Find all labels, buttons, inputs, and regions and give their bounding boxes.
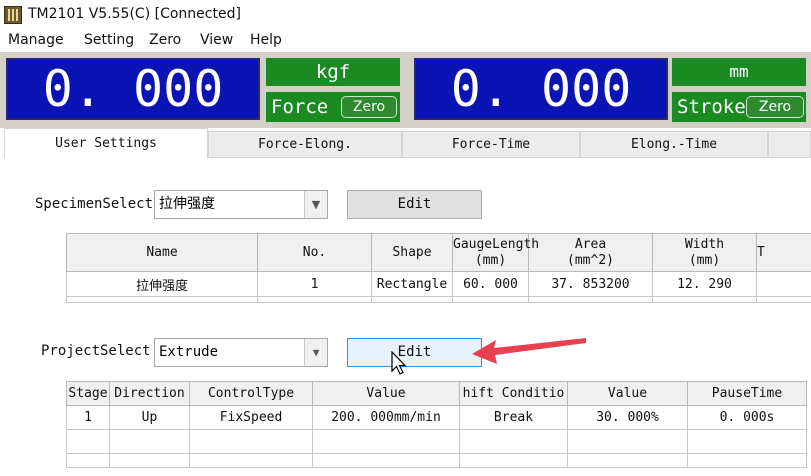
col-header[interactable]: No. [257,233,372,272]
col-header[interactable]: Shape [371,233,453,272]
table-cell[interactable]: FixSpeed [189,405,313,430]
table-cell[interactable]: 1 [66,405,110,430]
table-cell[interactable]: 200. 000mm/min [312,405,460,430]
table-header-row: Stage Direction ControlType Value hift C… [66,381,807,406]
chevron-down-icon[interactable]: ▼ [304,191,327,218]
col-header[interactable]: ControlType [189,381,313,406]
project-table: Stage Direction ControlType Value hift C… [66,381,807,468]
tab-user-settings[interactable]: User Settings [4,128,208,159]
col-header[interactable]: Value [567,381,688,406]
specimen-select-value: 拉伸强度 [159,196,215,212]
menu-manage[interactable]: Manage [8,32,64,48]
col-header[interactable]: Name [66,233,258,272]
col-header[interactable]: GaugeLength (mm) [452,233,539,272]
app-icon [4,6,22,24]
table-row[interactable]: 拉伸强度 1 Rectangle 60. 000 37. 853200 12. … [66,271,811,297]
tab-bar: User Settings Force-Elong. Force-Time El… [0,128,811,159]
table-cell[interactable] [756,271,811,297]
specimen-table: Name No. Shape GaugeLength (mm) Area (mm… [66,233,811,303]
col-header[interactable]: Width (mm) [652,233,757,272]
force-unit: kgf [266,58,400,86]
force-zero-button[interactable]: Zero [341,96,397,118]
col-header[interactable]: Area (mm^2) [528,233,653,272]
chevron-down-icon[interactable]: ▼ [304,339,327,366]
table-row [66,429,807,454]
table-cell[interactable]: 37. 853200 [528,271,653,297]
window-title: TM2101 V5.55(C) [Connected] [28,6,241,22]
stroke-unit: mm [672,58,806,86]
menu-view[interactable]: View [200,32,233,48]
specimen-select-label: SpecimenSelect [35,196,154,212]
table-row [66,453,807,468]
table-cell[interactable]: 1 [257,271,372,297]
project-select-label: ProjectSelect [41,343,151,359]
mouse-pointer-icon [391,351,407,375]
col-header[interactable]: hift Conditio [459,381,568,406]
tab-force-elong[interactable]: Force-Elong. [208,131,402,158]
stroke-display: 0. 000 [414,58,668,120]
specimen-select[interactable]: 拉伸强度 ▼ [154,190,328,219]
table-cell[interactable]: 12. 290 [652,271,757,297]
col-header[interactable]: Direction [109,381,190,406]
table-cell[interactable]: 拉伸强度 [66,271,258,297]
menu-setting[interactable]: Setting [84,32,134,48]
table-cell[interactable]: 0. 000s [687,405,807,430]
col-header[interactable]: T [756,233,811,272]
table-cell[interactable]: 60. 000 [452,271,529,297]
annotation-arrow-icon [472,338,586,364]
table-header-row: Name No. Shape GaugeLength (mm) Area (mm… [66,233,811,272]
specimen-edit-button[interactable]: Edit [347,190,482,219]
menu-help[interactable]: Help [250,32,282,48]
force-display: 0. 000 [6,58,260,120]
project-edit-button[interactable]: Edit [347,338,482,367]
project-select-value: Extrude [159,344,219,360]
col-header[interactable]: PauseTime [687,381,807,406]
table-cell[interactable]: Up [109,405,190,430]
menu-zero[interactable]: Zero [149,32,181,48]
table-cell[interactable]: Rectangle [371,271,453,297]
force-label: Force [271,96,329,118]
tab-elong-time[interactable]: Elong.-Time [580,131,768,158]
project-select[interactable]: Extrude ▼ [154,338,328,367]
table-row [66,296,811,303]
stroke-label: Stroke [677,96,746,118]
title-bar: TM2101 V5.55(C) [Connected] [0,0,811,30]
col-header[interactable]: Value [312,381,460,406]
stroke-zero-button[interactable]: Zero [746,96,804,118]
table-cell[interactable]: Break [459,405,568,430]
tab-force-time[interactable]: Force-Time [402,131,580,158]
table-row[interactable]: 1 Up FixSpeed 200. 000mm/min Break 30. 0… [66,405,807,430]
tab-overflow[interactable] [768,131,811,158]
col-header[interactable]: Stage [66,381,110,406]
table-cell[interactable]: 30. 000% [567,405,688,430]
readout-panel: 0. 000 kgf Force Zero 0. 000 mm Stroke Z… [0,52,811,128]
menu-bar: Manage Setting Zero View Help [0,30,811,52]
